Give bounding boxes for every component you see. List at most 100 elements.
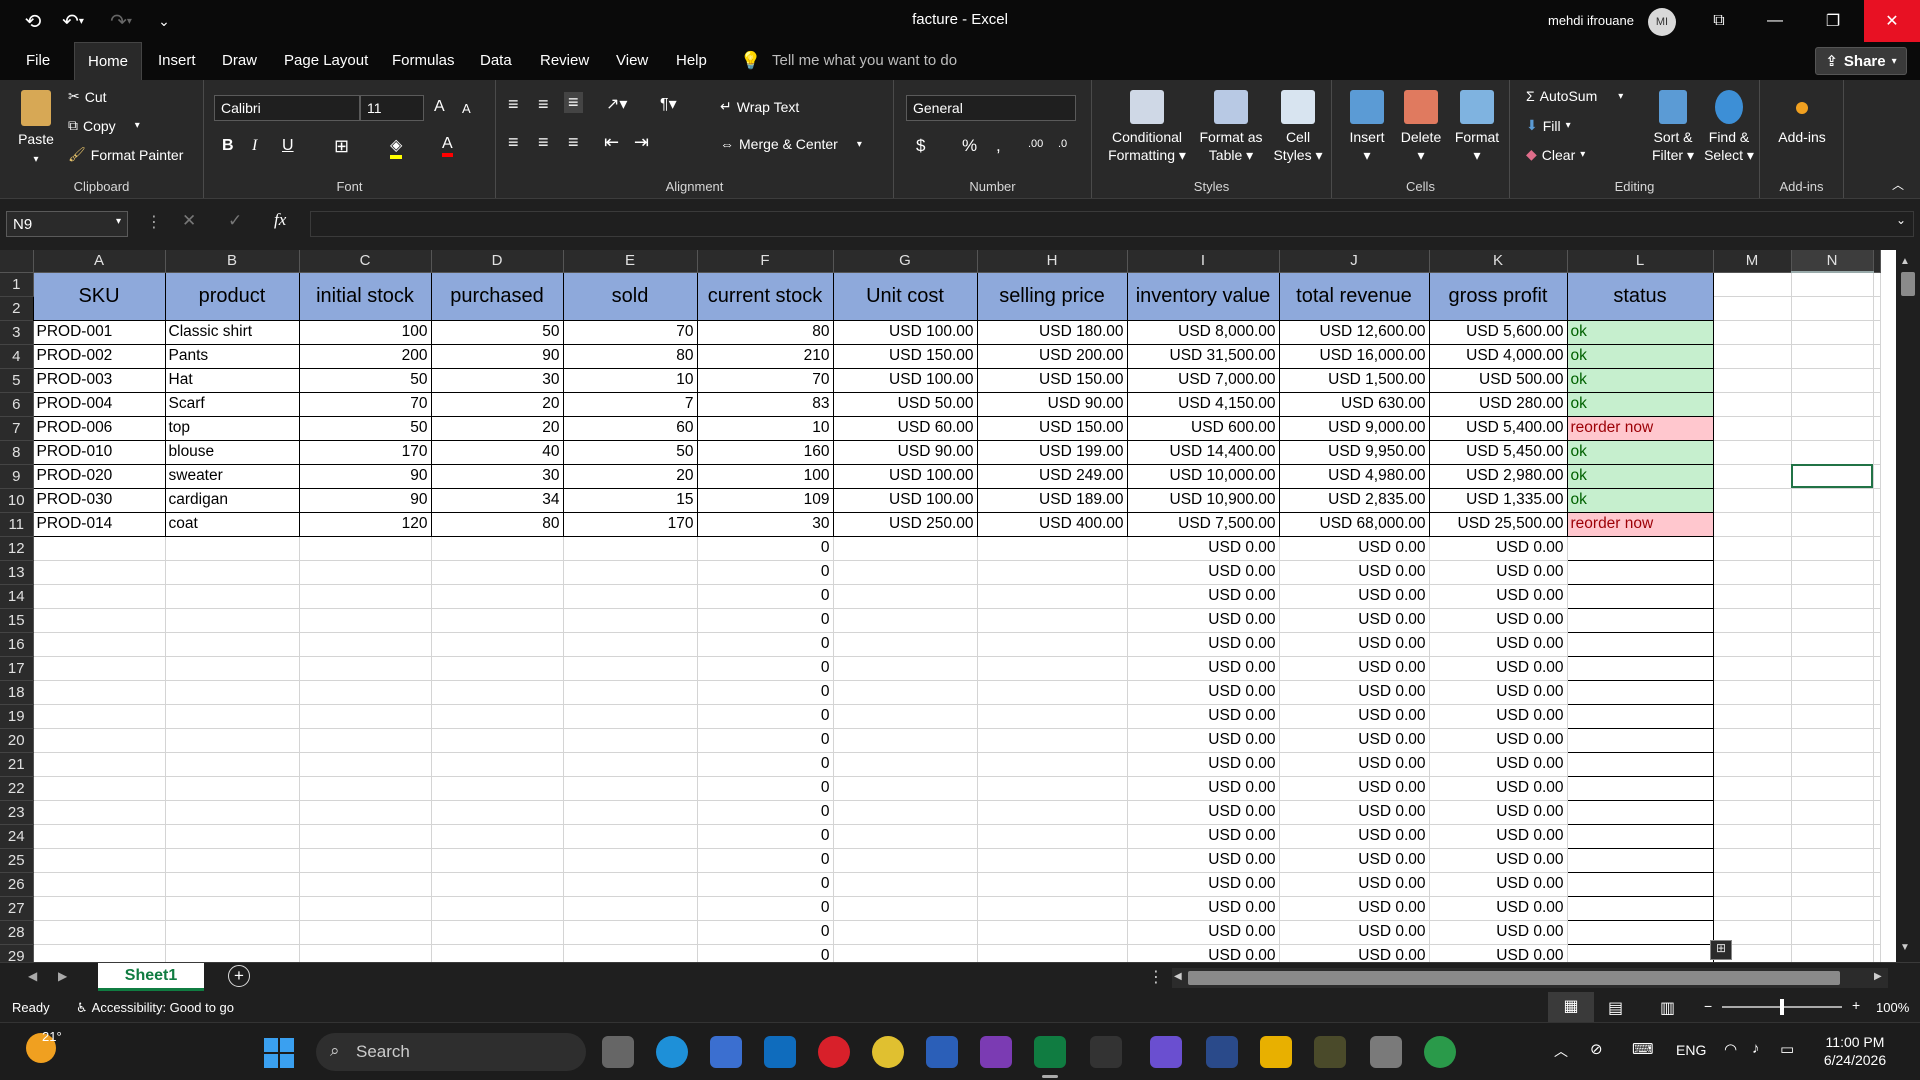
h-scroll-thumb[interactable] [1188,971,1840,985]
cell[interactable] [977,872,1128,897]
cell[interactable] [1873,680,1881,705]
column-header-e[interactable]: E [563,250,698,273]
expand-formula-icon[interactable]: ⌄ [1896,213,1906,227]
cell[interactable] [1873,392,1881,417]
cell[interactable]: USD 0.00 [1429,800,1568,825]
column-header-l[interactable]: L [1567,250,1714,273]
cell[interactable] [299,656,432,681]
cell[interactable] [833,584,978,609]
cell[interactable] [431,656,564,681]
app-icon-10[interactable] [1206,1036,1238,1068]
collapse-ribbon-icon[interactable]: ︿ [1892,176,1904,193]
cell[interactable]: USD 0.00 [1279,920,1430,945]
column-header-b[interactable]: B [165,250,300,273]
cell[interactable] [563,680,698,705]
sheet-tab-sheet1[interactable]: Sheet1 [98,963,204,991]
cell[interactable]: USD 0.00 [1279,776,1430,801]
cell[interactable] [33,896,166,921]
cell[interactable]: USD 0.00 [1127,728,1280,753]
cell[interactable]: USD 2,835.00 [1278,487,1430,513]
cell[interactable]: USD 0.00 [1127,584,1280,609]
cell[interactable] [977,776,1128,801]
cell[interactable] [1566,583,1714,609]
cell[interactable]: Scarf [164,391,300,417]
cell[interactable]: USD 68,000.00 [1278,511,1430,537]
user-name[interactable]: mehdi ifrouane [1548,13,1634,28]
row-header-8[interactable]: 8 [0,440,34,465]
increase-decimal-button[interactable]: .00 [1028,138,1043,150]
cell[interactable]: 7 [562,391,698,417]
cell[interactable] [165,608,300,633]
cell[interactable] [33,800,166,825]
cell[interactable]: USD 280.00 [1428,391,1568,417]
edge-icon[interactable] [656,1036,688,1068]
insert-cells-button[interactable]: Insert ▾ [1342,90,1392,164]
cell[interactable]: 50 [430,319,564,345]
percent-button[interactable]: % [962,136,977,156]
cell[interactable] [1713,752,1792,777]
cell[interactable] [33,728,166,753]
cell[interactable] [1791,536,1874,561]
cell[interactable]: 10 [562,367,698,393]
cell[interactable] [431,560,564,585]
increase-indent-icon[interactable]: ⇥ [634,132,649,153]
cell[interactable] [563,944,698,962]
cell[interactable] [1713,704,1792,729]
cell[interactable]: USD 90.00 [976,391,1128,417]
cell[interactable] [1566,535,1714,561]
zoom-slider[interactable] [1722,999,1842,1015]
italic-button[interactable]: I [252,137,257,155]
cell[interactable]: 0 [697,536,834,561]
cell[interactable]: 30 [430,367,564,393]
cell[interactable] [563,704,698,729]
cell[interactable] [1713,488,1792,513]
cell[interactable] [33,680,166,705]
cell[interactable]: USD 8,000.00 [1126,319,1280,345]
cell[interactable]: USD 1,500.00 [1278,367,1430,393]
cell[interactable] [1566,775,1714,801]
cell[interactable]: 200 [298,343,432,369]
cell[interactable]: coat [164,511,300,537]
cell[interactable] [165,536,300,561]
excel-taskbar-icon[interactable] [1034,1036,1066,1068]
select-all-corner[interactable] [0,250,34,273]
cell[interactable]: 0 [697,656,834,681]
cell[interactable]: USD 250.00 [832,511,978,537]
row-header-26[interactable]: 26 [0,872,34,897]
cell[interactable] [165,584,300,609]
restore-icon[interactable]: ❐ [1810,0,1856,42]
keyboard-icon[interactable]: ⌨ [1632,1040,1654,1058]
cell[interactable]: USD 0.00 [1127,872,1280,897]
cell[interactable] [563,824,698,849]
cell[interactable]: 40 [430,439,564,465]
cell[interactable]: 0 [697,704,834,729]
cell[interactable] [299,920,432,945]
cell[interactable]: 160 [696,439,834,465]
cell[interactable]: USD 4,980.00 [1278,463,1430,489]
cell[interactable] [33,608,166,633]
cell[interactable] [1791,752,1874,777]
cell[interactable]: USD 150.00 [976,415,1128,441]
cell[interactable]: 90 [298,487,432,513]
share-button[interactable]: ⇪ Share ▾ [1815,47,1907,75]
avatar[interactable]: MI [1648,8,1676,36]
cell[interactable]: USD 25,500.00 [1428,511,1568,537]
cell[interactable] [1566,559,1714,585]
cell[interactable]: USD 100.00 [832,367,978,393]
fill-color-icon[interactable]: ◈ [390,135,403,159]
header-cell[interactable]: initial stock [298,271,432,321]
scroll-up-icon[interactable]: ▲ [1900,256,1910,267]
cell[interactable] [833,560,978,585]
cell[interactable] [1873,752,1881,777]
cell[interactable]: Pants [164,343,300,369]
cell[interactable] [1713,392,1792,417]
network-off-icon[interactable]: ⊘ [1590,1040,1603,1058]
cell[interactable] [431,680,564,705]
cell[interactable]: 0 [697,776,834,801]
header-cell[interactable]: sold [562,271,698,321]
cell[interactable]: 15 [562,487,698,513]
cell[interactable] [1566,919,1714,945]
cell[interactable] [1791,488,1874,513]
next-sheet-icon[interactable]: ▶ [58,969,67,983]
cell[interactable] [1873,536,1881,561]
